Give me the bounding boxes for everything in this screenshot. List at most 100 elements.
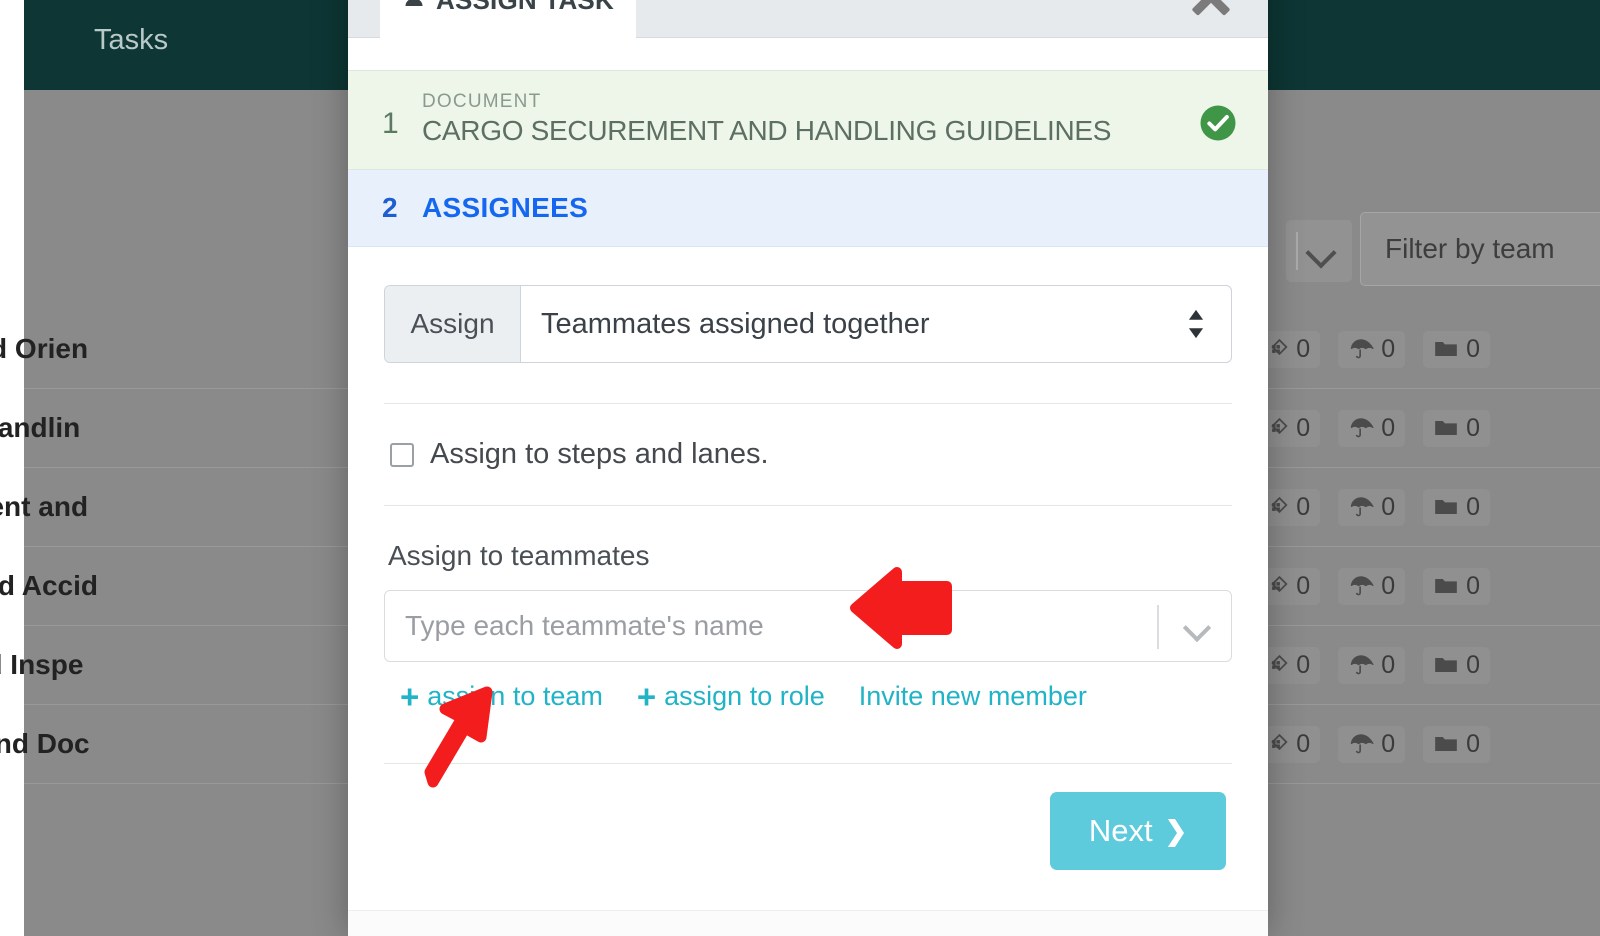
modal-tab-bar: ASSIGN TASK — [348, 0, 1268, 38]
teammates-input-placeholder: Type each teammate's name — [405, 610, 764, 641]
next-button-label: Next — [1088, 813, 1153, 848]
task-counters: 0 0 0 — [1253, 330, 1490, 368]
assign-steps-lanes-checkbox[interactable] — [390, 442, 414, 467]
counter-folders[interactable]: 0 — [1423, 488, 1490, 526]
counter-value: 0 — [1296, 492, 1311, 521]
document-kicker: DOCUMENT — [422, 91, 542, 112]
counter-value: 0 — [1381, 729, 1396, 758]
assign-steps-lanes-row[interactable]: Assign to steps and lanes. — [384, 404, 1232, 505]
assignee-shortcut-links: + assign to team + assign to role Invite… — [384, 662, 1232, 713]
nav-item-tasks[interactable]: Tasks — [94, 24, 168, 57]
chevron-right-icon: ❯ — [1164, 815, 1188, 846]
folder-icon — [1435, 499, 1457, 515]
umbrella-icon — [1351, 339, 1374, 359]
modal-body-spacer — [348, 38, 1268, 70]
task-title: Fatigue Management and — [0, 491, 89, 522]
folder-icon — [1435, 657, 1457, 673]
assign-to-role-label: assign to role — [664, 681, 825, 711]
counter-value: 0 — [1466, 729, 1480, 758]
input-divider — [1157, 605, 1159, 649]
assign-to-role-link[interactable]: + assign to role — [637, 680, 825, 713]
filter-by-team-input[interactable]: Filter by team — [1360, 212, 1600, 286]
umbrella-icon — [1351, 576, 1374, 596]
assignees-content: Assign Teammates assigned together Assig… — [348, 247, 1268, 910]
assign-mode-select[interactable]: Teammates assigned together — [521, 286, 1231, 362]
plus-icon: + — [400, 678, 420, 715]
counter-folders[interactable]: 0 — [1423, 646, 1490, 684]
assign-to-teammates-label: Assign to teammates — [388, 540, 650, 571]
next-button[interactable]: Next ❯ — [1050, 792, 1226, 870]
task-title: ee Onboarding and Orien — [0, 333, 89, 364]
assign-mode-group: Assign Teammates assigned together — [384, 285, 1232, 363]
filter-by-team-placeholder: Filter by team — [1385, 233, 1555, 264]
counter-value: 0 — [1466, 650, 1480, 679]
counter-value: 0 — [1466, 571, 1480, 600]
counter-value: 0 — [1381, 413, 1396, 442]
counter-value: 0 — [1466, 492, 1480, 521]
counter-value: 0 — [1296, 650, 1311, 679]
step-due-date[interactable]: 3 DUE DATE AND RECURRING — [348, 910, 1268, 936]
counter-folders[interactable]: 0 — [1423, 330, 1490, 368]
plus-icon: + — [636, 678, 657, 715]
person-icon — [402, 0, 426, 16]
task-title: tory Compliance and Doc — [0, 728, 90, 759]
counter-lanes[interactable]: 0 — [1338, 330, 1406, 368]
counter-value: 0 — [1466, 413, 1480, 442]
step-document[interactable]: 1 DOCUMENT CARGO SECUREMENT AND HANDLING… — [348, 70, 1268, 170]
close-icon[interactable] — [1184, 0, 1238, 22]
step-number: 2 — [382, 192, 398, 223]
counter-folders[interactable]: 0 — [1423, 567, 1490, 605]
task-counters: 0 0 0 — [1253, 488, 1490, 526]
umbrella-icon — [1351, 418, 1374, 438]
counter-value: 0 — [1296, 729, 1311, 758]
task-counters: 0 0 0 — [1253, 725, 1490, 763]
invite-new-member-label: Invite new member — [858, 681, 1087, 711]
next-button-row: Next ❯ — [384, 764, 1232, 910]
counter-lanes[interactable]: 0 — [1338, 567, 1406, 605]
folder-icon — [1435, 578, 1457, 594]
step-assignees-label: ASSIGNEES — [422, 192, 589, 223]
folder-icon — [1435, 736, 1457, 752]
check-circle-icon — [1198, 103, 1238, 143]
counter-value: 0 — [1466, 334, 1480, 363]
toolbar-dropdown-toggle[interactable] — [1286, 220, 1352, 282]
assign-steps-lanes-label: Assign to steps and lanes. — [430, 438, 769, 470]
umbrella-icon — [1351, 734, 1374, 754]
dropdown-divider — [1296, 232, 1298, 270]
modal-body: 1 DOCUMENT CARGO SECUREMENT AND HANDLING… — [348, 38, 1268, 936]
counter-folders[interactable]: 0 — [1423, 725, 1490, 763]
assign-mode-value: Teammates assigned together — [541, 307, 930, 340]
sort-updown-icon — [1187, 307, 1205, 341]
assign-label: Assign — [385, 286, 521, 362]
tab-assign-task[interactable]: ASSIGN TASK — [380, 0, 636, 38]
counter-value: 0 — [1381, 492, 1396, 521]
task-counters: 0 0 0 — [1253, 567, 1490, 605]
chevron-down-icon — [1305, 237, 1337, 269]
task-title: e Maintenance and Inspe — [0, 649, 84, 680]
task-counters: 0 0 0 — [1253, 409, 1490, 447]
tab-label: ASSIGN TASK — [436, 0, 614, 16]
umbrella-icon — [1351, 655, 1374, 675]
counter-lanes[interactable]: 0 — [1338, 725, 1406, 763]
counter-lanes[interactable]: 0 — [1338, 646, 1406, 684]
counter-lanes[interactable]: 0 — [1338, 488, 1406, 526]
document-title: CARGO SECUREMENT AND HANDLING GUIDELINES — [422, 115, 1112, 146]
step-assignees-header[interactable]: 2 ASSIGNEES — [348, 170, 1268, 247]
chevron-down-icon[interactable] — [1182, 613, 1212, 643]
assign-to-team-link[interactable]: + assign to team — [400, 680, 603, 713]
counter-value: 0 — [1381, 571, 1396, 600]
invite-new-member-link[interactable]: Invite new member — [859, 681, 1087, 712]
task-title: Securement and Handlin — [0, 412, 81, 443]
teammates-input[interactable]: Type each teammate's name — [384, 590, 1232, 662]
step-number: 1 — [382, 107, 399, 140]
umbrella-icon — [1351, 497, 1374, 517]
counter-value: 0 — [1296, 334, 1311, 363]
counter-value: 0 — [1296, 571, 1311, 600]
counter-value: 0 — [1381, 650, 1396, 679]
counter-lanes[interactable]: 0 — [1338, 409, 1406, 447]
counter-folders[interactable]: 0 — [1423, 409, 1490, 447]
task-title: ency Response and Accid — [0, 570, 98, 601]
task-counters: 0 0 0 — [1253, 646, 1490, 684]
folder-icon — [1435, 420, 1457, 436]
assign-task-modal: ASSIGN TASK 1 DOCUMENT CARGO SECUREMENT … — [348, 0, 1268, 936]
